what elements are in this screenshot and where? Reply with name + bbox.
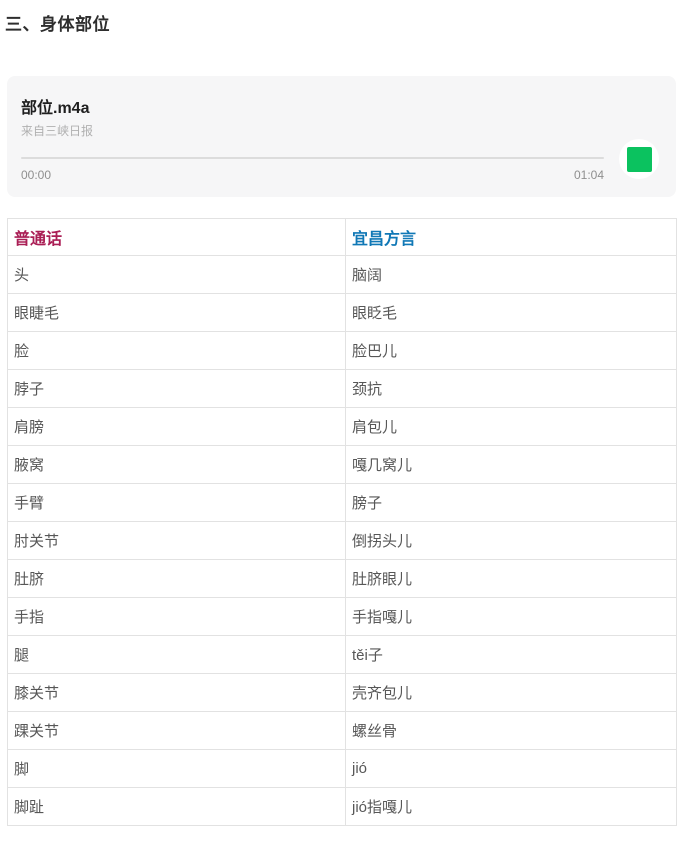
table-row: 脖子颈抗 — [8, 370, 677, 408]
cell-dialect: jió指嘎儿 — [346, 788, 677, 826]
table-row: 脚jió — [8, 750, 677, 788]
article-page: 三、身体部位 部位.m4a 来自三峡日报 00:00 01:04 普通话 宜昌方… — [0, 0, 683, 843]
cell-mandarin: 肩膀 — [8, 408, 346, 446]
audio-file-title: 部位.m4a — [21, 94, 89, 118]
section-heading: 三、身体部位 — [5, 10, 110, 35]
cell-dialect: 眼眨毛 — [346, 294, 677, 332]
audio-player-card: 部位.m4a 来自三峡日报 00:00 01:04 — [7, 76, 676, 197]
table-row: 腋窝嘎几窝儿 — [8, 446, 677, 484]
table-row: 膝关节壳齐包儿 — [8, 674, 677, 712]
cell-dialect: těi子 — [346, 636, 677, 674]
cell-dialect: 脸巴儿 — [346, 332, 677, 370]
cell-mandarin: 膝关节 — [8, 674, 346, 712]
table-row: 脸脸巴儿 — [8, 332, 677, 370]
audio-current-time: 00:00 — [21, 168, 51, 182]
cell-dialect: 肩包儿 — [346, 408, 677, 446]
cell-mandarin: 头 — [8, 256, 346, 294]
cell-dialect: jió — [346, 750, 677, 788]
cell-dialect: 肚脐眼儿 — [346, 560, 677, 598]
cell-mandarin: 肚脐 — [8, 560, 346, 598]
cell-dialect: 嘎几窝儿 — [346, 446, 677, 484]
table-row: 腿těi子 — [8, 636, 677, 674]
cell-mandarin: 踝关节 — [8, 712, 346, 750]
audio-source-label: 来自三峡日报 — [21, 122, 93, 139]
cell-mandarin: 腋窝 — [8, 446, 346, 484]
cell-mandarin: 脚趾 — [8, 788, 346, 826]
table-row: 手臂膀子 — [8, 484, 677, 522]
cell-mandarin: 脸 — [8, 332, 346, 370]
table-row: 踝关节螺丝骨 — [8, 712, 677, 750]
audio-duration: 01:04 — [574, 168, 604, 182]
table-row: 眼睫毛眼眨毛 — [8, 294, 677, 332]
audio-play-button[interactable] — [619, 139, 659, 179]
cell-dialect: 螺丝骨 — [346, 712, 677, 750]
cell-mandarin: 脚 — [8, 750, 346, 788]
cell-mandarin: 腿 — [8, 636, 346, 674]
table-row: 手指手指嘎儿 — [8, 598, 677, 636]
cell-dialect: 脑阔 — [346, 256, 677, 294]
dialect-table: 普通话 宜昌方言 头脑阔眼睫毛眼眨毛脸脸巴儿脖子颈抗肩膀肩包儿腋窝嘎几窝儿手臂膀… — [7, 218, 677, 826]
audio-progress-bar[interactable] — [21, 157, 604, 159]
column-header-dialect: 宜昌方言 — [346, 219, 677, 256]
cell-dialect: 颈抗 — [346, 370, 677, 408]
table-header-row: 普通话 宜昌方言 — [8, 219, 677, 256]
stop-square-icon — [627, 147, 652, 172]
cell-dialect: 壳齐包儿 — [346, 674, 677, 712]
cell-dialect: 手指嘎儿 — [346, 598, 677, 636]
table-row: 肚脐肚脐眼儿 — [8, 560, 677, 598]
cell-mandarin: 脖子 — [8, 370, 346, 408]
table-row: 脚趾jió指嘎儿 — [8, 788, 677, 826]
cell-mandarin: 肘关节 — [8, 522, 346, 560]
cell-mandarin: 眼睫毛 — [8, 294, 346, 332]
cell-dialect: 倒拐头儿 — [346, 522, 677, 560]
table-row: 肘关节倒拐头儿 — [8, 522, 677, 560]
audio-time-row: 00:00 01:04 — [21, 168, 604, 182]
table-row: 头脑阔 — [8, 256, 677, 294]
table-row: 肩膀肩包儿 — [8, 408, 677, 446]
column-header-mandarin: 普通话 — [8, 219, 346, 256]
cell-mandarin: 手指 — [8, 598, 346, 636]
cell-mandarin: 手臂 — [8, 484, 346, 522]
cell-dialect: 膀子 — [346, 484, 677, 522]
